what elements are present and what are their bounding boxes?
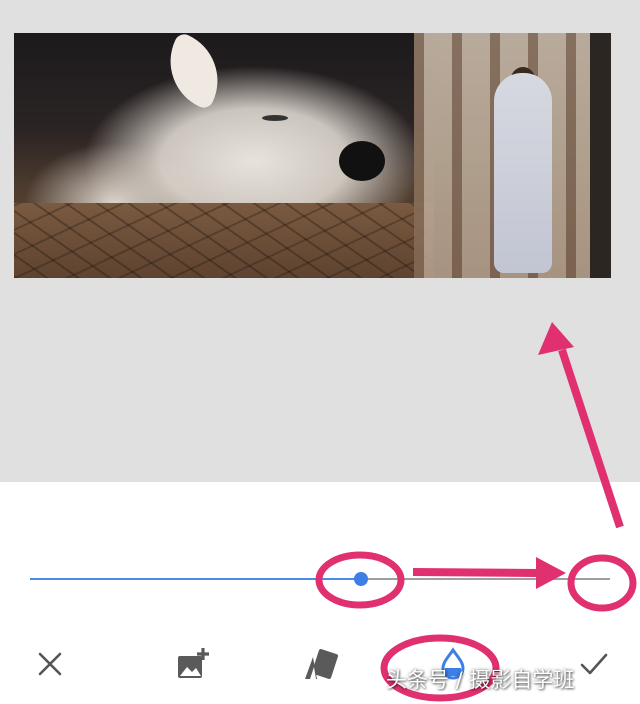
add-image-button[interactable] [170,642,214,686]
opacity-slider[interactable] [30,572,610,586]
add-image-icon [178,648,209,678]
apply-button[interactable] [572,642,616,686]
double-exposure-preview [14,33,611,278]
woman-dress [494,73,552,273]
woman-photo-layer[interactable] [414,33,590,278]
blend-mode-icon [305,649,339,679]
dog-nose [339,141,385,181]
photo-edge [590,33,611,278]
blend-mode-button[interactable] [298,642,342,686]
cracked-ground [14,203,434,278]
dog-ear [154,33,234,111]
watermark: 头条号 / 摄影自学班 [386,668,575,692]
opacity-slider-thumb[interactable] [353,572,368,586]
image-canvas [0,0,640,482]
checkmark-icon [580,653,608,675]
close-icon [38,652,62,676]
dog-photo-layer [14,33,434,278]
dog-eye [262,115,288,121]
cancel-button[interactable] [28,642,72,686]
opacity-slider-fill [30,578,361,580]
